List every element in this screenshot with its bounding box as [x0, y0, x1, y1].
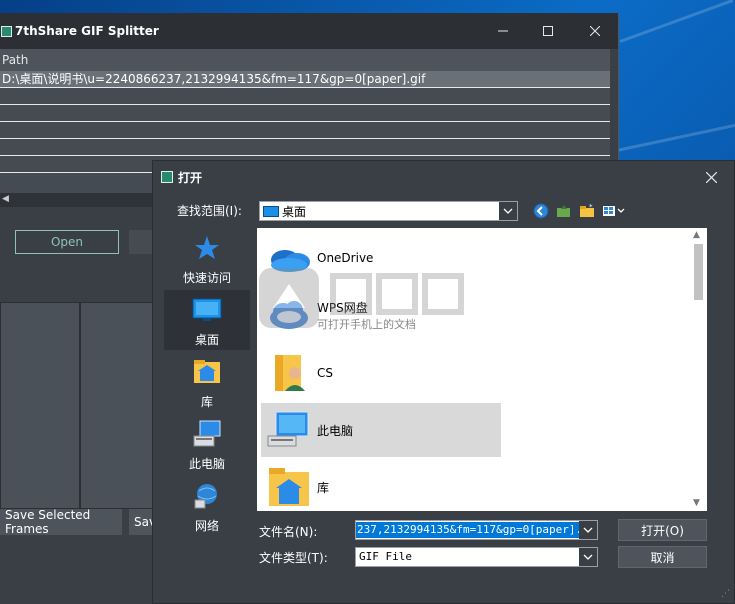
- places-bar: 快速访问 桌面 库 此电脑 网络: [164, 228, 250, 533]
- dialog-app-icon: [161, 171, 173, 183]
- dialog-cancel-button[interactable]: 取消: [618, 546, 707, 568]
- file-name: WPS网盘: [317, 300, 368, 315]
- file-item-cs[interactable]: CS: [261, 346, 501, 400]
- list-row[interactable]: [0, 88, 610, 105]
- place-network[interactable]: 网络: [164, 476, 250, 536]
- file-name: OneDrive: [317, 251, 374, 265]
- file-name: 此电脑: [317, 423, 354, 438]
- user-folder-icon: [275, 355, 305, 391]
- chevron-down-icon[interactable]: [579, 548, 597, 566]
- desktop-icon: [192, 298, 222, 321]
- resize-grip-icon[interactable]: ⋰: [721, 589, 730, 599]
- close-icon: [590, 26, 600, 36]
- list-row[interactable]: [0, 122, 610, 139]
- filename-value: 237,2132994135&fm=117&gp=0[paper].gif: [356, 522, 597, 538]
- wallpaper-streak: [619, 0, 734, 43]
- filetype-label: 文件类型(T):: [259, 551, 328, 565]
- chevron-down-icon[interactable]: [579, 521, 597, 539]
- file-item-wps[interactable]: WPS网盘 可打开手机上的文档: [261, 288, 501, 342]
- minimize-button[interactable]: [480, 13, 526, 49]
- file-subtitle: 可打开手机上的文档: [317, 317, 416, 331]
- maximize-icon: [543, 26, 553, 36]
- dialog-close-button[interactable]: [688, 161, 734, 193]
- file-item-this-pc[interactable]: 此电脑: [261, 403, 501, 457]
- close-icon: [705, 171, 717, 183]
- main-titlebar[interactable]: 7thShare GIF Splitter: [0, 13, 618, 49]
- up-folder-icon[interactable]: [556, 203, 572, 219]
- minimize-icon: [498, 30, 508, 32]
- scroll-down-icon[interactable]: ▼: [693, 498, 700, 508]
- open-file-dialog: 打开 查找范围(I): 桌面 * 快速访问 桌面 库 此电脑 网络 OneDri…: [152, 160, 735, 604]
- file-list[interactable]: OneDrive WPS网盘 可打开手机上的文档 CS 此电脑 库: [257, 228, 690, 511]
- dialog-titlebar[interactable]: 打开: [153, 161, 734, 193]
- library-icon: [194, 360, 220, 383]
- look-in-value: 桌面: [282, 204, 307, 219]
- look-in-combobox[interactable]: 桌面: [259, 201, 518, 221]
- dialog-title: 打开: [178, 170, 203, 185]
- place-quick-access[interactable]: 快速访问: [164, 228, 250, 288]
- list-row[interactable]: D:\桌面\说明书\u=2240866237,2132994135&fm=117…: [0, 71, 610, 88]
- back-icon[interactable]: [533, 203, 549, 219]
- open-button[interactable]: Open: [15, 230, 119, 254]
- onedrive-icon: [271, 250, 310, 272]
- list-row[interactable]: [0, 139, 610, 156]
- look-in-label: 查找范围(I):: [177, 204, 242, 218]
- close-button[interactable]: [572, 13, 618, 49]
- dialog-open-button[interactable]: 打开(O): [618, 519, 707, 541]
- desktop-icon: [263, 205, 279, 217]
- network-icon: [194, 484, 217, 509]
- file-item-onedrive[interactable]: OneDrive: [261, 231, 501, 285]
- list-row[interactable]: [0, 105, 610, 122]
- place-label: 网络: [194, 519, 219, 533]
- window-title: 7thShare GIF Splitter: [15, 24, 159, 38]
- place-desktop[interactable]: 桌面: [164, 290, 250, 350]
- frame-panel: [0, 302, 80, 509]
- svg-text:*: *: [589, 203, 593, 211]
- preview-panel: [80, 302, 162, 509]
- star-icon: [195, 236, 219, 259]
- place-label: 快速访问: [182, 271, 231, 285]
- maximize-button[interactable]: [525, 13, 571, 49]
- place-label: 此电脑: [188, 457, 225, 471]
- scroll-up-icon[interactable]: ▲: [693, 230, 700, 240]
- app-icon: [1, 25, 12, 37]
- file-name: 库: [317, 480, 330, 495]
- wps-cloud-icon: [270, 301, 308, 329]
- file-list-scrollbar[interactable]: ▲ ▼: [690, 228, 707, 511]
- filename-label: 文件名(N):: [259, 525, 318, 539]
- place-this-pc[interactable]: 此电脑: [164, 414, 250, 474]
- scrollbar-thumb[interactable]: [694, 244, 703, 300]
- filetype-value: GIF File: [359, 550, 412, 563]
- wallpaper-streak: [611, 120, 735, 153]
- file-item-library[interactable]: 库: [261, 460, 501, 511]
- scroll-left-icon[interactable]: ◀: [2, 194, 9, 204]
- place-library[interactable]: 库: [164, 352, 250, 412]
- path-column-header[interactable]: Path: [0, 49, 610, 71]
- chevron-down-icon[interactable]: [499, 202, 517, 220]
- computer-icon: [193, 420, 221, 447]
- new-folder-icon[interactable]: *: [579, 203, 595, 219]
- file-name: CS: [317, 366, 333, 380]
- library-icon: [269, 468, 309, 506]
- place-label: 库: [200, 395, 213, 409]
- computer-icon: [267, 411, 309, 447]
- view-menu-icon[interactable]: [602, 203, 626, 219]
- save-selected-frames-button[interactable]: Save Selected Frames: [0, 508, 122, 536]
- filetype-combobox[interactable]: GIF File: [355, 547, 598, 567]
- place-label: 桌面: [194, 333, 219, 347]
- filename-input[interactable]: 237,2132994135&fm=117&gp=0[paper].gif: [355, 520, 598, 540]
